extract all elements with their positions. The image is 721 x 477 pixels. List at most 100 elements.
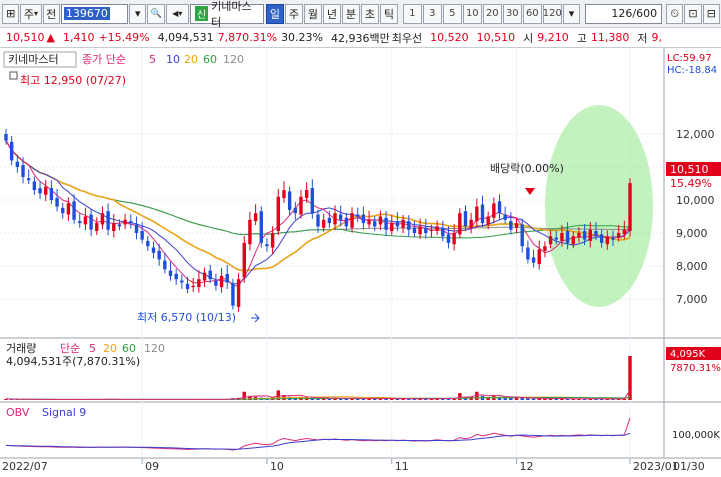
candle-body xyxy=(362,215,365,224)
volume-pct-tag: 7870.31% xyxy=(670,363,721,374)
candle-body xyxy=(237,279,240,307)
interval-button-30[interactable]: 30 xyxy=(503,4,522,24)
candle-body xyxy=(600,234,603,243)
candle-body xyxy=(16,162,19,167)
lc-label: LC:59.97 xyxy=(667,53,712,64)
candle-body xyxy=(220,276,223,287)
stock-code-value: 139670 xyxy=(64,7,110,20)
candle-body xyxy=(214,281,217,286)
candle-body xyxy=(566,231,569,243)
ma5-legend: 5 xyxy=(149,53,156,66)
price-tick-label: 10,000 xyxy=(676,194,715,207)
candle-body xyxy=(509,221,512,230)
volume-bar xyxy=(532,399,535,400)
candle-body xyxy=(271,233,274,248)
stock-name-box[interactable]: 신키네마스터 xyxy=(190,4,264,24)
candle-body xyxy=(475,207,478,222)
candle-body xyxy=(379,217,382,225)
sound-button[interactable]: ◀▾ xyxy=(166,4,189,24)
interval-button-120[interactable]: 120 xyxy=(543,4,562,24)
vol-ma120-legend: 120 xyxy=(144,342,165,355)
candle-body xyxy=(197,279,200,287)
candle-body xyxy=(129,221,132,223)
candle-body xyxy=(481,205,484,223)
window-icon[interactable]: ⊡ xyxy=(684,4,701,24)
price-tick-label: 9,000 xyxy=(676,227,708,240)
candle-body xyxy=(157,251,160,260)
x-tick-label: 10 xyxy=(270,460,284,473)
ask-price: 10,520 xyxy=(430,31,469,44)
code-dropdown-button[interactable]: ▾ xyxy=(129,4,146,24)
obv-legend-name: OBV xyxy=(6,406,30,419)
candle-body xyxy=(339,215,342,220)
candle-body xyxy=(38,188,41,193)
period-low-annotation: 최저 6,570 (10/13) xyxy=(137,311,236,324)
period-tab-2[interactable]: 월 xyxy=(304,4,322,24)
period-tab-5[interactable]: 초 xyxy=(361,4,379,24)
volume-legend-ma-label: 단순 xyxy=(60,342,80,355)
volume-ratio: 7,870.31% xyxy=(218,31,277,44)
period-tab-3[interactable]: 년 xyxy=(323,4,341,24)
candle-body xyxy=(572,236,575,244)
stock-chart[interactable]: 7,0008,0009,00010,00011,00012,000 2022/0… xyxy=(0,48,721,474)
candle-body xyxy=(413,228,416,233)
interval-button-5[interactable]: 5 xyxy=(443,4,462,24)
interval-dropdown-button[interactable]: ▾ xyxy=(563,4,580,24)
period-tab-6[interactable]: 틱 xyxy=(380,4,398,24)
open-label: 시 xyxy=(523,30,533,46)
clock-icon[interactable]: ⏲ xyxy=(666,4,683,24)
x-tick-label: 01/30 xyxy=(673,460,705,473)
search-button[interactable]: 🔍 xyxy=(147,4,164,24)
candle-body xyxy=(67,203,70,214)
candle-body xyxy=(50,188,53,200)
interval-button-60[interactable]: 60 xyxy=(523,4,542,24)
market-select-button[interactable]: 전 xyxy=(43,4,60,24)
candle-body xyxy=(248,220,251,244)
trade-amount: 42,936백만 xyxy=(331,30,390,46)
price-legend-ma-label: 종가 단순 xyxy=(82,53,126,66)
candle-body xyxy=(328,218,331,223)
volume-bar xyxy=(526,398,529,400)
candle-body xyxy=(10,142,13,160)
candle-body xyxy=(435,226,438,231)
candle-body xyxy=(316,215,319,227)
period-tab-0[interactable]: 일 xyxy=(266,4,284,24)
volume-info: 4,094,531주(7,870.31%) xyxy=(6,355,140,368)
candle-body xyxy=(350,213,353,228)
candle-body xyxy=(441,228,444,237)
candle-body xyxy=(452,233,455,244)
interval-button-10[interactable]: 10 xyxy=(463,4,482,24)
chart-type-dropdown[interactable]: 주▾ xyxy=(20,4,41,24)
interval-button-1[interactable]: 1 xyxy=(403,4,422,24)
chevron-down-icon: ▾ xyxy=(135,7,141,20)
obv-legend-signal: Signal 9 xyxy=(42,406,86,419)
data-count-value: 126/600 xyxy=(611,7,657,20)
candle-body xyxy=(78,221,81,223)
chart-canvas[interactable]: 7,0008,0009,00010,00011,00012,000 2022/0… xyxy=(0,48,721,474)
candle-body xyxy=(543,246,546,251)
period-tab-1[interactable]: 주 xyxy=(285,4,303,24)
candle-body xyxy=(538,250,541,265)
candle-body xyxy=(617,233,620,238)
candle-body xyxy=(135,224,138,233)
candle-body xyxy=(373,221,376,226)
candle-body xyxy=(89,215,92,230)
interval-button-20[interactable]: 20 xyxy=(483,4,502,24)
panel-icon[interactable]: ⊟ xyxy=(703,4,720,24)
candle-body xyxy=(146,241,149,246)
candle-body xyxy=(521,224,524,246)
stock-code-input[interactable]: 139670 xyxy=(61,4,128,24)
interval-button-3[interactable]: 3 xyxy=(423,4,442,24)
volume-bar xyxy=(628,356,631,400)
bid-price: 10,510 xyxy=(477,31,516,44)
candle-body xyxy=(311,188,314,213)
data-count-field[interactable]: 126/600 xyxy=(585,4,662,24)
candle-body xyxy=(163,261,166,270)
high-label: 고 xyxy=(577,30,587,46)
candle-body xyxy=(72,201,75,219)
volume-value-tag-text: 4,095K xyxy=(670,349,706,360)
menu-button[interactable]: ⊞ xyxy=(2,4,19,24)
period-tab-4[interactable]: 분 xyxy=(342,4,360,24)
candle-body xyxy=(277,197,280,231)
candle-body xyxy=(594,231,597,236)
